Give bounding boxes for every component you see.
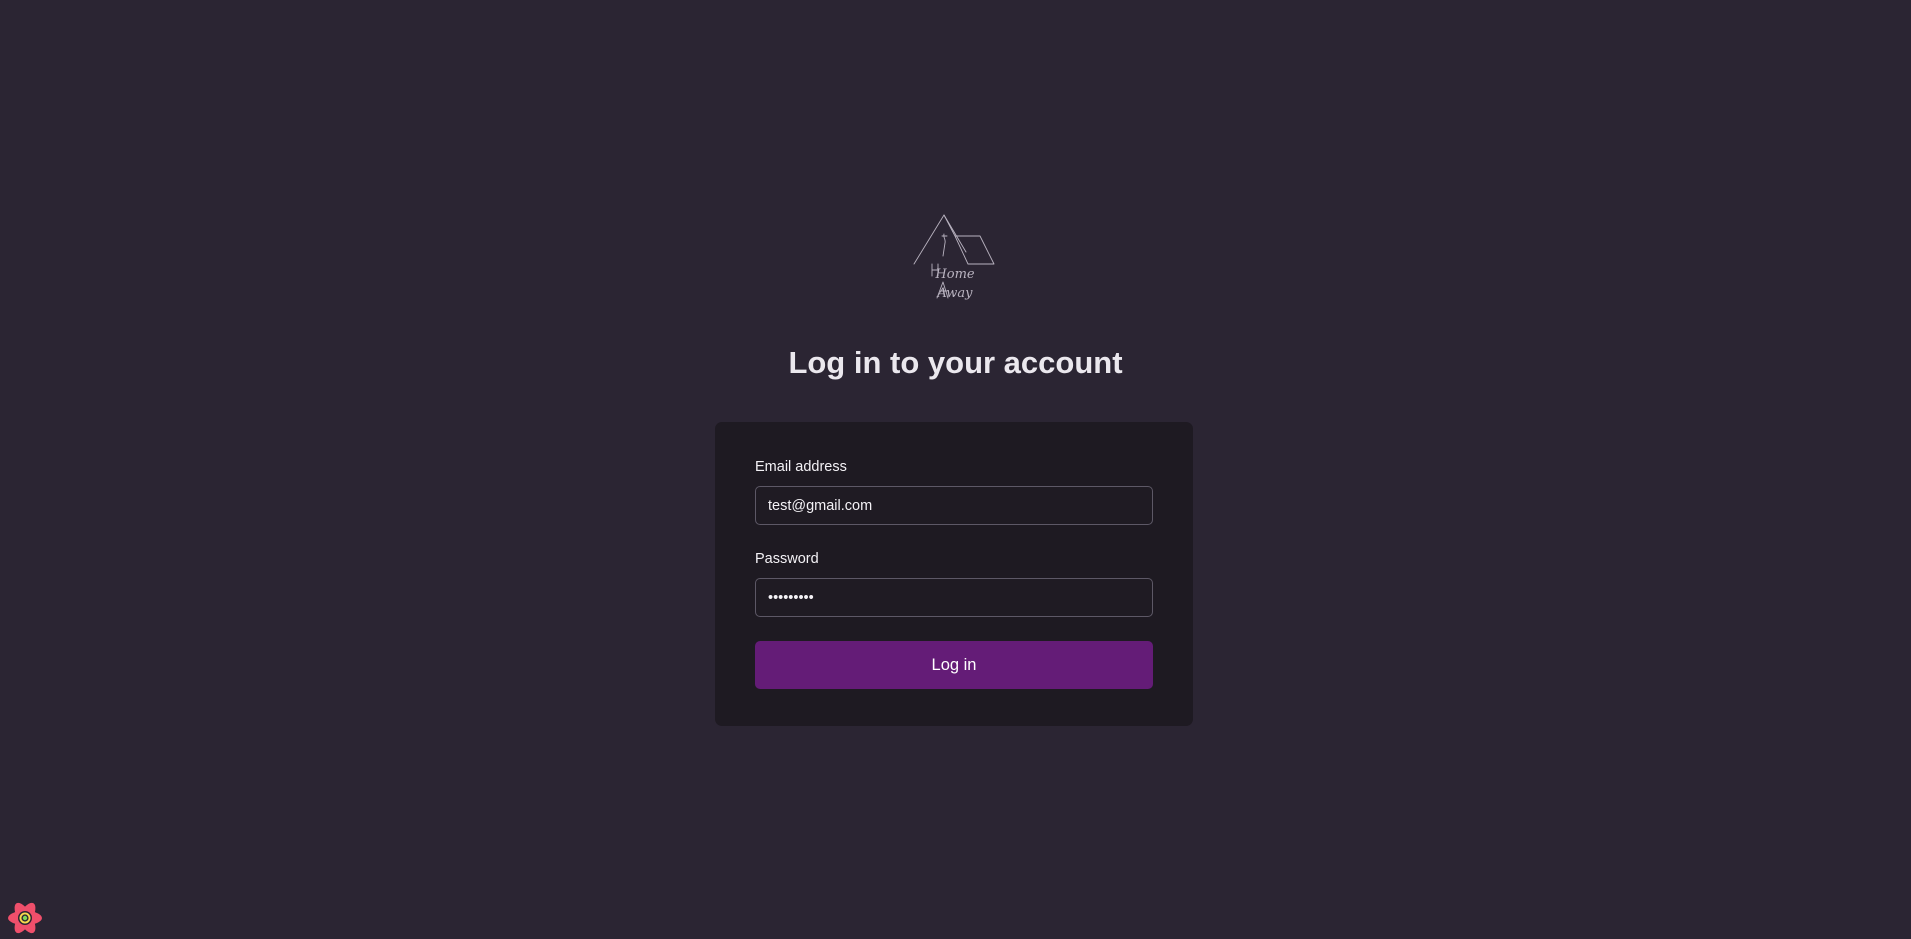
home-away-logo-icon: Home Away: [913, 214, 995, 301]
email-field[interactable]: [755, 486, 1153, 525]
logo-text-away: Away: [936, 286, 973, 301]
login-button[interactable]: Log in: [755, 641, 1153, 689]
logo-text-home: Home: [934, 267, 974, 282]
password-label: Password: [755, 551, 819, 567]
login-page: Home Away Log in to your account Email a…: [0, 0, 1911, 939]
react-query-devtools-icon[interactable]: [6, 899, 44, 937]
password-field-group: Password: [755, 551, 1153, 617]
email-label: Email address: [755, 459, 847, 475]
email-field-group: Email address: [755, 459, 1153, 525]
login-card: Email address Password Log in: [715, 422, 1193, 726]
password-field[interactable]: [755, 578, 1153, 617]
page-title: Log in to your account: [788, 345, 1123, 380]
